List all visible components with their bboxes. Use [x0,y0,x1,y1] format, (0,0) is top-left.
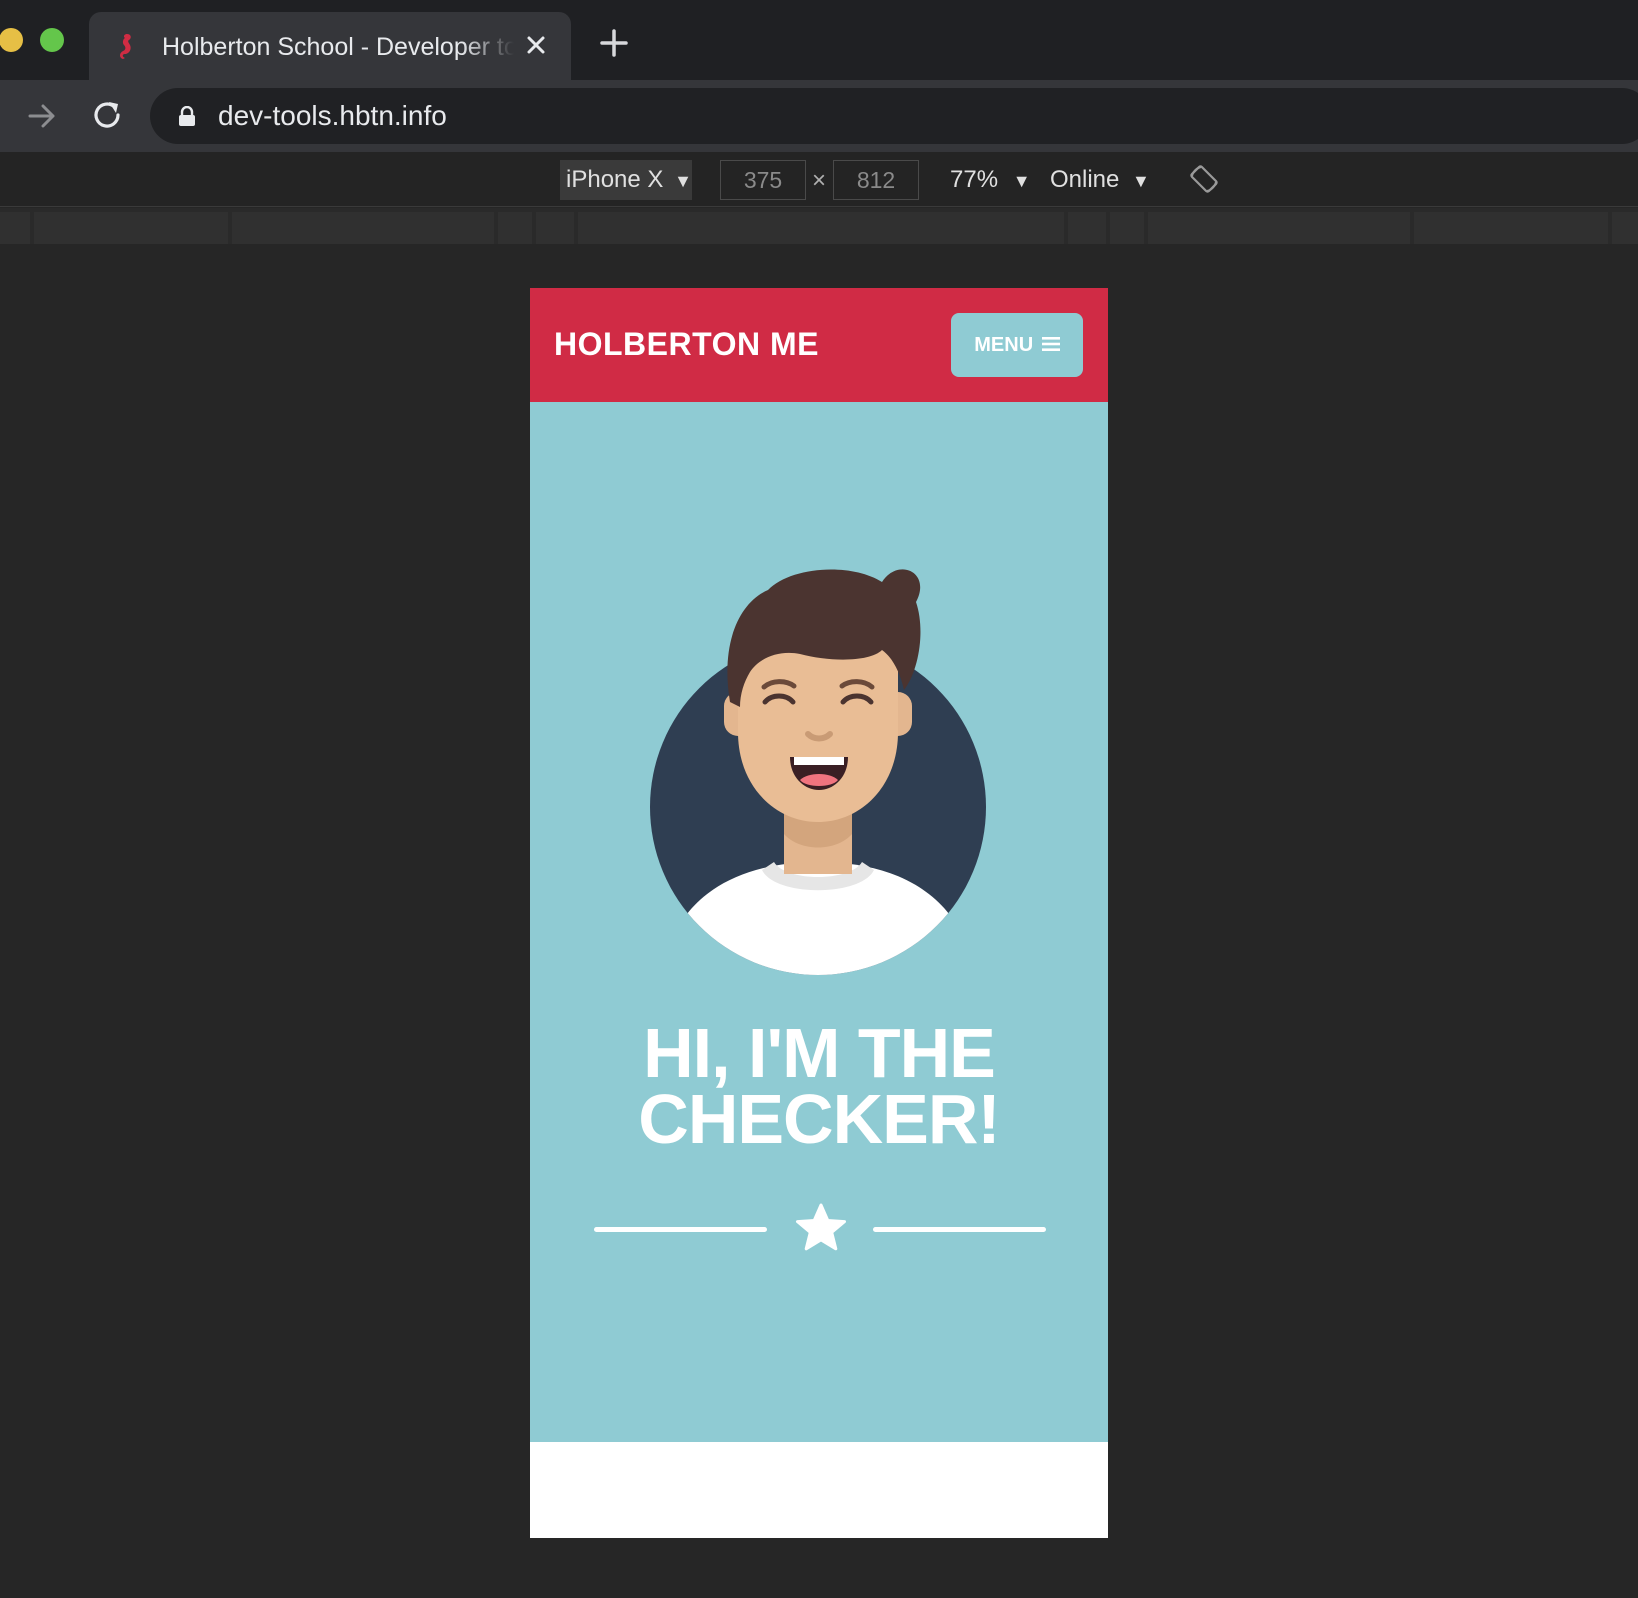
rotate-device-icon[interactable] [1188,163,1220,195]
browser-tab[interactable]: Holberton School - Developer tools [89,12,571,80]
ruler-segment[interactable] [578,212,1064,244]
star-icon [796,1203,846,1251]
ruler-segment[interactable] [34,212,228,244]
hero-title-line2: CHECKER! [638,1080,1000,1158]
reload-icon[interactable] [88,96,126,134]
ruler-segment[interactable] [1110,212,1144,244]
new-tab-plus-icon[interactable] [597,26,631,60]
ruler-segment[interactable] [536,212,574,244]
network-value: Online [1050,166,1120,193]
ruler-segment[interactable] [1148,212,1410,244]
seahorse-favicon-icon [117,32,135,60]
browser-tabstrip: Holberton School - Developer tools [0,0,1638,80]
zoom-value: 77% [950,166,999,193]
zoom-select[interactable]: 77% ▼ [950,160,1031,200]
ruler-segment[interactable] [0,212,30,244]
device-name: iPhone X [566,166,664,193]
menu-button[interactable]: MENU [951,313,1083,377]
star-divider [594,1202,1046,1254]
viewport-width-input[interactable]: 375 [720,160,806,200]
hero-title: HI, I'M THE CHECKER! [530,1014,1108,1158]
url-text: dev-tools.hbtn.info [218,100,447,131]
dropdown-caret-icon: ▼ [1132,171,1150,191]
close-tab-icon[interactable] [521,30,551,60]
media-query-ruler[interactable] [0,208,1638,244]
ruler-segment[interactable] [1414,212,1608,244]
site-header: HOLBERTON ME MENU [530,288,1108,402]
browser-toolbar: dev-tools.hbtn.info [0,80,1638,152]
divider-line [594,1227,767,1232]
emulated-viewport: HOLBERTON ME MENU HI, I'M THE CHECKER! [530,288,1108,1538]
maximize-window-button[interactable] [40,28,64,52]
dropdown-caret-icon: ▼ [674,171,692,191]
hero-section: HI, I'M THE CHECKER! [530,402,1108,1442]
hamburger-icon [1041,337,1060,352]
ruler-segment[interactable] [1068,212,1106,244]
viewport-height-input[interactable]: 812 [833,160,919,200]
address-bar[interactable]: dev-tools.hbtn.info [150,88,1638,144]
tab-title: Holberton School - Developer tools [162,33,514,61]
device-select[interactable]: iPhone X ▼ [560,160,692,200]
forward-arrow-icon[interactable] [24,98,60,134]
menu-label: MENU [974,334,1034,356]
minimize-window-button[interactable] [0,28,23,52]
ruler-segment[interactable] [498,212,532,244]
divider-line [873,1227,1046,1232]
avatar-illustration [650,569,986,975]
network-throttle-select[interactable]: Online ▼ [1050,160,1150,200]
hero-title-line1: HI, I'M THE [643,1014,996,1092]
device-toolbar: iPhone X ▼ 375 × 812 77% ▼ Online ▼ [0,152,1638,207]
ruler-segment[interactable] [232,212,494,244]
ruler-segment[interactable] [1612,212,1638,244]
lock-icon[interactable] [178,105,196,126]
site-logo[interactable]: HOLBERTON ME [554,326,819,363]
dimension-separator: × [811,167,826,194]
dropdown-caret-icon: ▼ [1012,171,1031,191]
